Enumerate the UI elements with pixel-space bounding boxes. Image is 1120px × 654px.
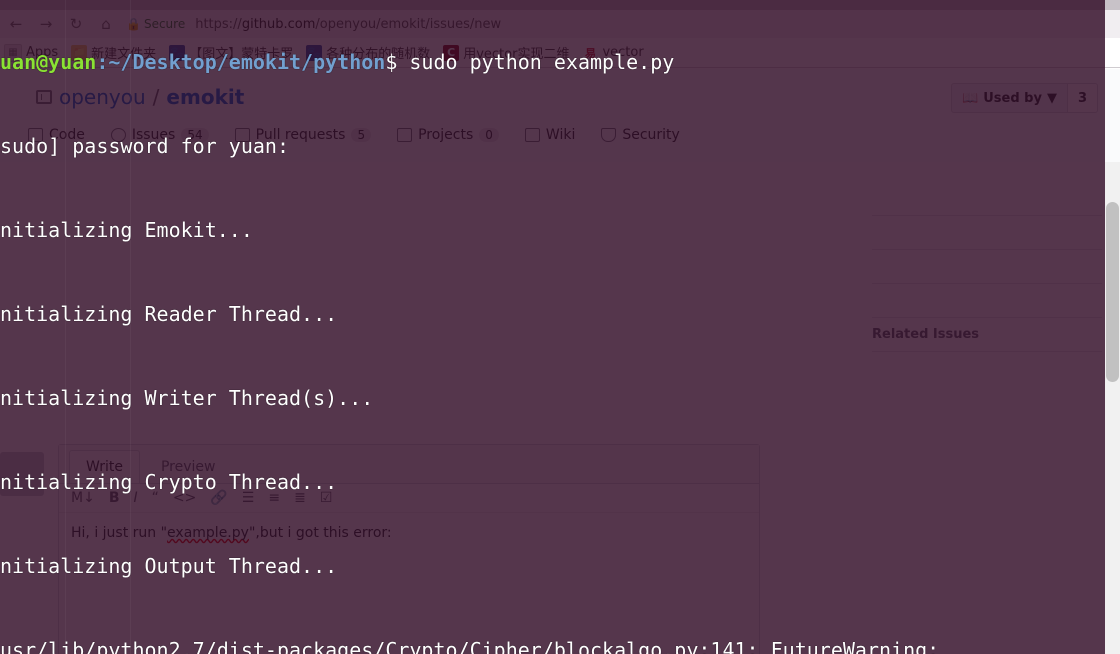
terminal-line: nitializing Reader Thread...	[0, 302, 338, 326]
terminal-output: uan@yuan:~/Desktop/emokit/python$ sudo p…	[0, 0, 1105, 654]
terminal-window[interactable]: uan@yuan:~/Desktop/emokit/python$ sudo p…	[0, 0, 1105, 654]
terminal-line: sudo] password for yuan:	[0, 134, 289, 158]
screen-root: ← → ↻ ⌂ 🔒 Secure https://github.com/open…	[0, 0, 1120, 654]
prompt-path: :~/Desktop/emokit/python	[96, 50, 386, 74]
terminal-prompt-line: uan@yuan:~/Desktop/emokit/python$ sudo p…	[0, 48, 1105, 76]
terminal-line: usr/lib/python2.7/dist-packages/Crypto/C…	[0, 638, 940, 654]
terminal-line: nitializing Crypto Thread...	[0, 470, 338, 494]
page-scrollbar-track[interactable]	[1105, 162, 1120, 654]
terminal-line: nitializing Output Thread...	[0, 554, 338, 578]
terminal-line: nitializing Writer Thread(s)...	[0, 386, 374, 410]
terminal-line: nitializing Emokit...	[0, 218, 253, 242]
page-scrollbar-thumb[interactable]	[1106, 202, 1119, 382]
prompt-user: uan@yuan	[0, 50, 97, 74]
prompt-command: $ sudo python example.py	[385, 50, 675, 74]
